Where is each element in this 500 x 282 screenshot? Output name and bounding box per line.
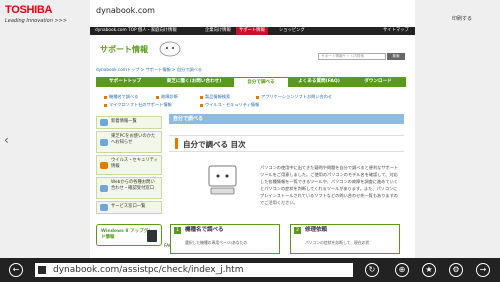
subnav-item-microsoft[interactable]: マイクロソフト社のサポート情報 [104,102,172,108]
page-title-box: 自分で調べる 目次 [169,135,404,152]
leftmenu-item-service[interactable]: サービス窓口一覧 [96,201,162,214]
browser-app-bar: ← dynabook.com/assistpc/check/index_j.ht… [0,258,500,282]
leftmenu-label: Webからの各種お問い合わせ・確認受付窓口 [111,180,155,191]
card-text: パソコンの症状を診断して、現在の状 [305,240,370,245]
subnav-item-virus[interactable]: ウイルス・セキュリティ情報 [200,102,259,108]
leftmenu-label: サービス窓口一覧 [111,204,146,209]
url-text: dynabook.com/assistpc/check/index_j.htm [53,265,244,275]
topbar-item-business[interactable]: 企業向け情報 [202,27,234,35]
leftmenu-label: 新着情報一覧 [111,119,137,124]
address-bar[interactable]: dynabook.com/assistpc/check/index_j.htm [35,263,353,277]
site-search-button[interactable]: 検索 [387,53,405,60]
subnav-item-model[interactable]: 機種名で調べる [104,94,138,100]
main-nav: サポートトップ 東芝に聞く(お問い合わせ) 自分で調べる よくある質問(FAQ)… [96,77,406,87]
site-title[interactable]: dynabook.com [96,6,155,15]
leftmenu-item-virus[interactable]: ウイルス・セキュリティ情報 [96,155,162,175]
section-head: 自分で調べる [169,114,404,124]
subnav-item-product[interactable]: 製品情報検索 [200,94,230,100]
tab-download[interactable]: ダウンロード [350,77,406,87]
tab-contact[interactable]: 東芝に聞く(お問い合わせ) [154,77,234,87]
topbar-item-shopping[interactable]: ショッピング [276,27,308,35]
pc-icon [100,138,108,146]
card-text: 選択した機種の専用ページ(あなたの [185,240,248,245]
title-bar [175,138,178,149]
leftmenu-item-news[interactable]: 新着情報一覧 [96,116,162,129]
back-arrow-icon[interactable]: ‹ [4,133,9,147]
support-title: サポート情報 [100,45,148,54]
breadcrumb[interactable]: dynabook.comトップ > サポート情報 > 自分で調べる [96,67,202,73]
tab-support-top[interactable]: サポートトップ [96,77,154,87]
shield-icon [100,161,108,169]
leftmenu-item-notice[interactable]: 東芝PCをお使いのかたへお知らせ [96,131,162,153]
screen: TOSHIBA Leading Innovation >>> dynabook.… [0,0,500,282]
service-icon [100,204,108,211]
mascot-icon [159,41,181,57]
tab-self-check[interactable]: 自分で調べる [234,77,288,87]
tools-button[interactable]: ⚙ [449,263,463,277]
subnav-item-software[interactable]: アプリケーションソフトお問い合わせ [256,94,332,100]
page-description: パソコンの使用中に出てきた疑問や問題を自分で調べると便利なサポートツールをご用意… [260,165,399,205]
card-model-search[interactable]: 1 機種名で調べる 選択した機種の専用ページ(あなたの [170,224,280,254]
subnav-item-diagnosis[interactable]: 故障診断 [156,94,178,100]
leftmenu-item-web[interactable]: Webからの各種お問い合わせ・確認受付窓口 [96,177,162,199]
back-button[interactable]: ← [9,263,23,277]
card-repair[interactable]: 2 修理依頼 パソコンの症状を診断して、現在の状 [290,224,400,254]
pin-button[interactable]: ⊕ [395,263,409,277]
top-nav-bar: dynabook.com TOP 個人・家庭向け情報 企業向け情報 サポート情報… [90,27,415,35]
logo-tagline: Leading Innovation >>> [5,18,68,24]
sub-nav: 機種名で調べる 故障診断 製品情報検索 アプリケーションソフトお問い合わせ マイ… [96,90,406,110]
web-page [90,0,415,258]
pc-mascot-icon [208,165,237,195]
topbar-item-top[interactable]: dynabook.com TOP 個人・家庭向け情報 [92,27,180,35]
leftmenu-label: ウイルス・セキュリティ情報 [111,158,159,169]
pc-icon [147,230,157,242]
right-margin [415,0,500,258]
favorites-button[interactable]: ★ [422,263,436,277]
toshiba-logo[interactable]: TOSHIBA [5,4,53,16]
site-search-input[interactable]: サポート情報サイト内検索 [318,53,386,60]
page-title: 自分で調べる 目次 [183,140,246,149]
card-title: 修理依頼 [305,227,328,233]
topbar-item-sitemap[interactable]: サイトマップ [380,27,412,35]
tab-faq[interactable]: よくある質問(FAQ) [288,77,350,87]
favicon-icon [38,266,46,274]
refresh-button[interactable]: ↻ [365,263,379,277]
topbar-item-support[interactable]: サポート情報 [236,27,268,35]
windows8-banner[interactable]: Windows 8 アップグレード情報 [96,224,162,246]
card-title: 機種名で調べる [185,227,224,233]
news-icon [100,119,108,126]
left-margin [0,0,90,258]
web-icon [100,184,108,192]
print-link[interactable]: 印刷する [452,15,472,22]
leftmenu-label: 東芝PCをお使いのかたへお知らせ [111,134,156,145]
forward-button[interactable]: → [476,263,490,277]
